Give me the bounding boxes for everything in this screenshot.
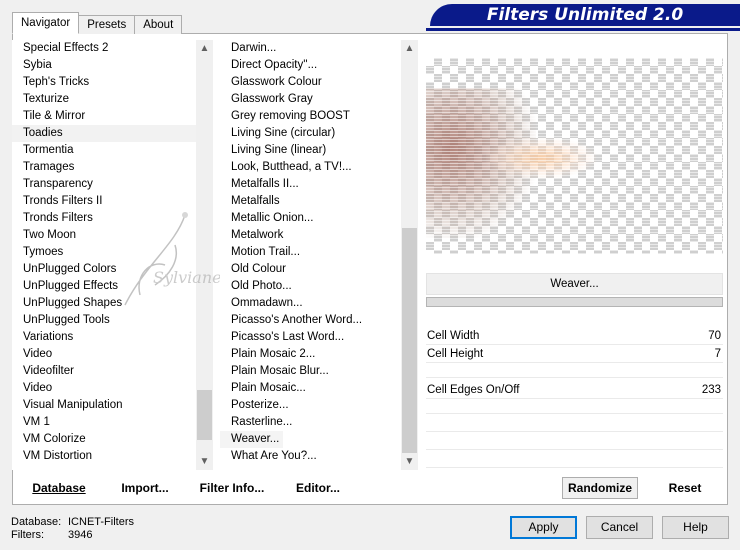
category-item[interactable]: Sybia bbox=[12, 57, 196, 74]
filter-item[interactable]: Glasswork Colour bbox=[220, 74, 400, 91]
filter-item[interactable]: Rasterline... bbox=[220, 414, 400, 431]
param-label: Cell Edges On/Off bbox=[427, 384, 520, 396]
param-value: 7 bbox=[714, 348, 721, 360]
filter-item[interactable]: Darwin... bbox=[220, 40, 400, 57]
filters-info: Filters: 3946 bbox=[11, 529, 92, 541]
param-slider-empty[interactable] bbox=[426, 418, 723, 432]
tab-strip: Navigator Presets About bbox=[12, 12, 183, 34]
category-item[interactable]: Tramages bbox=[12, 159, 196, 176]
editor-button[interactable]: Editor... bbox=[290, 478, 346, 498]
filter-list[interactable]: Darwin... Direct Opacity''... Glasswork Co… bbox=[220, 40, 400, 470]
param-label: Cell Width bbox=[427, 330, 480, 342]
database-label: Database: bbox=[11, 516, 62, 528]
database-button[interactable]: Database bbox=[22, 478, 96, 498]
filter-item[interactable]: Picasso's Another Word... bbox=[220, 312, 400, 329]
filter-item[interactable]: Metallic Onion... bbox=[220, 210, 400, 227]
scroll-up-icon[interactable]: ▲ bbox=[196, 40, 213, 57]
filters-value: 3946 bbox=[68, 529, 93, 541]
filter-item[interactable]: Direct Opacity''... bbox=[220, 57, 400, 74]
filter-item[interactable]: Old Photo... bbox=[220, 278, 400, 295]
tab-about[interactable]: About bbox=[134, 15, 183, 34]
category-item[interactable]: Toadies bbox=[12, 125, 196, 142]
scroll-thumb[interactable] bbox=[402, 228, 417, 453]
param-slider-empty[interactable] bbox=[426, 454, 723, 468]
filter-item[interactable]: Motion Trail... bbox=[220, 244, 400, 261]
filters-label: Filters: bbox=[11, 529, 44, 541]
filter-item[interactable]: Glasswork Gray bbox=[220, 91, 400, 108]
param-value: 70 bbox=[708, 330, 721, 342]
database-info: Database: ICNET-Filters bbox=[11, 516, 134, 528]
watermark-text: Sylviane bbox=[153, 268, 222, 287]
scroll-up-icon[interactable]: ▲ bbox=[401, 40, 418, 57]
app-banner: Filters Unlimited 2.0 bbox=[430, 4, 740, 26]
tab-navigator[interactable]: Navigator bbox=[12, 12, 80, 34]
help-button[interactable]: Help bbox=[662, 516, 729, 539]
param-slider-empty[interactable] bbox=[426, 400, 723, 414]
category-item[interactable]: Video bbox=[12, 346, 196, 363]
filter-item[interactable]: What Are You?... bbox=[220, 448, 400, 465]
category-item[interactable]: Tile & Mirror bbox=[12, 108, 196, 125]
scroll-down-icon[interactable]: ▼ bbox=[401, 453, 418, 470]
category-item[interactable]: VM Distortion bbox=[12, 448, 196, 465]
param-slider-empty[interactable] bbox=[426, 364, 723, 378]
filter-item[interactable]: Picasso's Last Word... bbox=[220, 329, 400, 346]
database-value: ICNET-Filters bbox=[68, 516, 134, 528]
filter-item[interactable]: Ommadawn... bbox=[220, 295, 400, 312]
filter-item[interactable]: Metalfalls II... bbox=[220, 176, 400, 193]
category-item[interactable]: VM Colorize bbox=[12, 431, 196, 448]
filter-scrollbar[interactable]: ▲ ▼ bbox=[401, 40, 418, 470]
progress-gauge bbox=[426, 297, 723, 307]
filter-item[interactable]: Living Sine (linear) bbox=[220, 142, 400, 159]
banner-underline bbox=[426, 28, 740, 31]
randomize-button[interactable]: Randomize bbox=[562, 477, 638, 499]
category-item[interactable]: Tormentia bbox=[12, 142, 196, 159]
watermark-ornament-icon: Sylviane bbox=[124, 212, 222, 306]
filter-item[interactable]: Plain Mosaic Blur... bbox=[220, 363, 400, 380]
filter-item[interactable]: Living Sine (circular) bbox=[220, 125, 400, 142]
category-item[interactable]: Variations bbox=[12, 329, 196, 346]
preview-image bbox=[426, 58, 723, 254]
param-label: Cell Height bbox=[427, 348, 484, 360]
param-cell-edges[interactable]: Cell Edges On/Off 233 bbox=[426, 382, 723, 399]
filter-item[interactable]: Weaver... bbox=[220, 431, 284, 448]
param-slider-empty[interactable] bbox=[426, 436, 723, 450]
filter-item[interactable]: Grey removing BOOST bbox=[220, 108, 400, 125]
filter-info-button[interactable]: Filter Info... bbox=[196, 478, 268, 498]
category-item[interactable]: Transparency bbox=[12, 176, 196, 193]
category-item[interactable]: Teph's Tricks bbox=[12, 74, 196, 91]
category-item[interactable]: Videofilter bbox=[12, 363, 196, 380]
scroll-down-icon[interactable]: ▼ bbox=[196, 453, 213, 470]
filter-item[interactable]: Metalwork bbox=[220, 227, 400, 244]
filter-item[interactable]: Metalfalls bbox=[220, 193, 400, 210]
filter-item[interactable]: Look, Butthead, a TV!... bbox=[220, 159, 400, 176]
filter-item[interactable]: Plain Mosaic... bbox=[220, 380, 400, 397]
scroll-thumb[interactable] bbox=[197, 390, 212, 440]
category-item[interactable]: Texturize bbox=[12, 91, 196, 108]
category-item[interactable]: Video bbox=[12, 380, 196, 397]
tab-presets[interactable]: Presets bbox=[78, 15, 136, 34]
filter-item[interactable]: Plain Mosaic 2... bbox=[220, 346, 400, 363]
category-item[interactable]: Visual Manipulation bbox=[12, 397, 196, 414]
preview-weave-lines bbox=[426, 58, 723, 254]
cancel-button[interactable]: Cancel bbox=[586, 516, 653, 539]
filter-name-bar: Weaver... bbox=[426, 273, 723, 295]
filter-item[interactable]: Old Colour bbox=[220, 261, 400, 278]
apply-button[interactable]: Apply bbox=[510, 516, 577, 539]
param-value: 233 bbox=[701, 384, 721, 396]
reset-button[interactable]: Reset bbox=[652, 478, 718, 498]
import-button[interactable]: Import... bbox=[116, 478, 174, 498]
category-item[interactable]: VM 1 bbox=[12, 414, 196, 431]
param-cell-height[interactable]: Cell Height 7 bbox=[426, 346, 723, 363]
param-cell-width[interactable]: Cell Width 70 bbox=[426, 328, 723, 345]
category-item[interactable]: Special Effects 2 bbox=[12, 40, 196, 57]
filter-item[interactable]: Posterize... bbox=[220, 397, 400, 414]
